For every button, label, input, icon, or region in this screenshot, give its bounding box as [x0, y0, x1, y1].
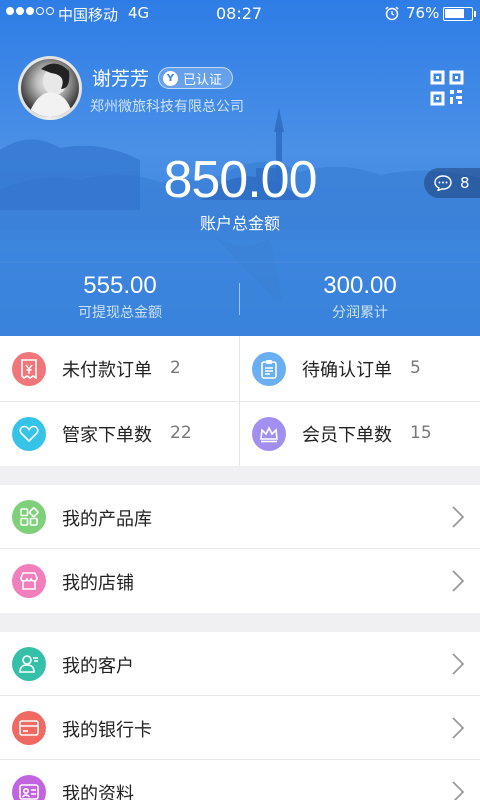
- chat-bubble-icon: [434, 175, 452, 191]
- stat-count: 15: [410, 423, 432, 443]
- bank-card-icon: [12, 711, 46, 745]
- chevron-right-icon: [452, 717, 464, 739]
- clipboard-icon: [252, 352, 286, 386]
- messages-button[interactable]: 8: [424, 168, 480, 198]
- my-account-screen: 中国移动 4G 08:27 76% 谢芳芳 Y 已认证 郑州微旅科技有限总公司 …: [0, 0, 480, 800]
- menu-item-label: 我的店铺: [62, 573, 134, 594]
- battery-percent: 76%: [406, 4, 440, 22]
- battery-level-fill: [445, 9, 464, 18]
- status-bar: 中国移动 4G 08:27 76%: [0, 0, 480, 28]
- verified-label: 已认证: [183, 72, 223, 88]
- alarm-clock-icon: [385, 6, 399, 21]
- stat-member-orders[interactable]: 会员下单数 15: [240, 401, 480, 466]
- menu-item-label: 我的产品库: [62, 509, 152, 530]
- customer-icon: [12, 647, 46, 681]
- chevron-right-icon: [452, 570, 464, 592]
- order-stats-grid: 未付款订单 2 待确认订单 5 管家下单数 22 会员下单数 15: [0, 336, 480, 466]
- chevron-right-icon: [452, 781, 464, 800]
- stat-count: 5: [410, 358, 421, 378]
- avatar-portrait-image: [31, 63, 73, 117]
- menu-item-my-profile[interactable]: 我的资料: [0, 760, 480, 800]
- stat-label: 未付款订单: [62, 360, 152, 381]
- menu-group-account: 我的客户 我的银行卡 我的资料: [0, 632, 480, 800]
- receipt-yen-icon: [12, 352, 46, 386]
- verified-badge: Y 已认证: [158, 67, 234, 89]
- withdrawable-amount: 555.00: [83, 272, 157, 299]
- menu-item-product-library[interactable]: 我的产品库: [0, 485, 480, 549]
- total-balance-label: 账户总金额: [199, 214, 280, 233]
- menu-item-my-customers[interactable]: 我的客户: [0, 632, 480, 696]
- heart-icon: [12, 417, 46, 451]
- menu-item-bank-cards[interactable]: 我的银行卡: [0, 696, 480, 760]
- verified-check-icon: Y: [163, 70, 178, 86]
- chevron-right-icon: [452, 653, 464, 675]
- menu-item-label: 我的银行卡: [62, 720, 152, 741]
- store-icon: [12, 564, 46, 598]
- signal-strength-icon: [6, 7, 54, 15]
- user-name: 谢芳芳: [92, 68, 150, 90]
- carrier-name: 中国移动: [58, 6, 119, 24]
- chevron-right-icon: [452, 506, 464, 528]
- stat-count: 2: [170, 358, 181, 378]
- total-balance-amount: 850.00: [163, 151, 317, 209]
- status-time: 08:27: [216, 4, 263, 23]
- grid-apps-icon: [12, 500, 46, 534]
- profit-share-amount: 300.00: [323, 272, 397, 299]
- stat-unpaid-orders[interactable]: 未付款订单 2: [0, 336, 240, 401]
- menu-item-label: 我的客户: [62, 656, 134, 677]
- stat-label: 待确认订单: [302, 360, 392, 381]
- message-count: 8: [460, 174, 470, 192]
- profile-card-icon: [12, 775, 46, 800]
- stat-butler-orders[interactable]: 管家下单数 22: [0, 401, 240, 466]
- stat-label: 会员下单数: [302, 425, 392, 446]
- profit-share-label: 分润累计: [332, 305, 388, 321]
- menu-group-products: 我的产品库 我的店铺: [0, 485, 480, 613]
- avatar[interactable]: [18, 56, 82, 120]
- stat-pending-orders[interactable]: 待确认订单 5: [240, 336, 480, 401]
- network-type: 4G: [128, 4, 150, 22]
- qr-code-icon[interactable]: [430, 70, 464, 106]
- menu-item-my-store[interactable]: 我的店铺: [0, 549, 480, 613]
- withdrawable-label: 可提现总金额: [78, 305, 162, 321]
- stat-label: 管家下单数: [62, 425, 152, 446]
- menu-item-label: 我的资料: [62, 784, 134, 800]
- crown-icon: [252, 417, 286, 451]
- battery-icon: [443, 7, 476, 21]
- account-header: 中国移动 4G 08:27 76% 谢芳芳 Y 已认证 郑州微旅科技有限总公司 …: [0, 0, 480, 336]
- company-name: 郑州微旅科技有限总公司: [90, 99, 244, 115]
- stat-count: 22: [170, 423, 192, 443]
